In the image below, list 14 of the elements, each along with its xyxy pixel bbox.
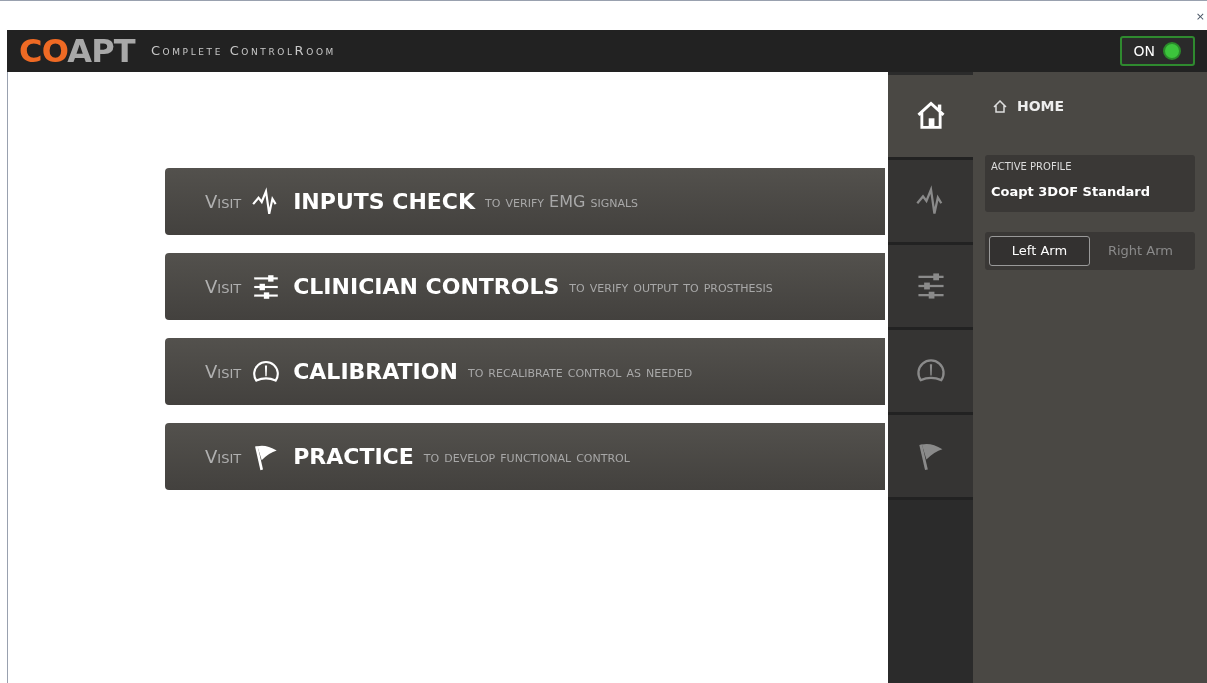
visit-card[interactable]: Visit INPUTS CHECK to verify EMG signals — [165, 168, 885, 235]
profile-name: Coapt 3DOF Standard — [991, 183, 1151, 201]
close-button[interactable]: × — [1195, 11, 1205, 22]
home-icon — [993, 100, 1007, 113]
visit-card[interactable]: Visit CLINICIAN CONTROLS to verify output to prosthesis — [165, 253, 885, 320]
logo: COAPT — [19, 35, 135, 67]
power-toggle[interactable]: ON — [1119, 36, 1195, 66]
visit-card[interactable]: Visit PRACTICE to develop functional control — [165, 423, 885, 490]
nav-tab[interactable] — [888, 75, 973, 160]
app-title: Complete ControlRoom — [150, 42, 336, 61]
panel-title: HOME — [1017, 97, 1065, 116]
arm-option[interactable]: Left Arm — [989, 235, 1090, 266]
profile-label: ACTIVE PROFILE — [991, 160, 1073, 174]
visit-card[interactable]: Visit CALIBRATION to recalibrate control as needed — [165, 338, 885, 405]
